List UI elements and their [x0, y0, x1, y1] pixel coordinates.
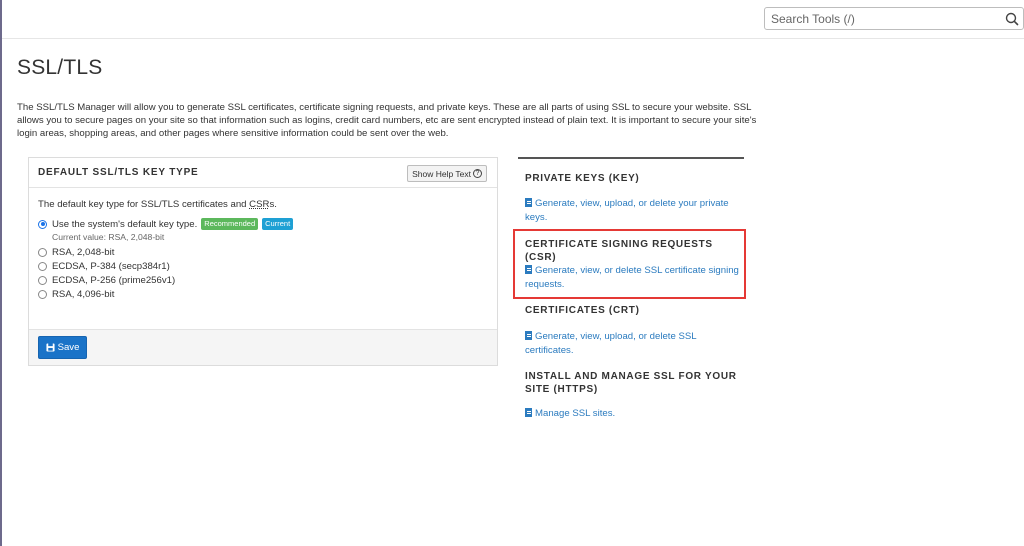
- link-text: Generate, view, upload, or delete your p…: [525, 198, 729, 223]
- current-badge: Current: [262, 218, 294, 230]
- option-label: Use the system's default key type.: [52, 218, 198, 230]
- radio-rsa-2048[interactable]: [38, 248, 47, 257]
- option-label: ECDSA, P-384 (secp384r1): [52, 261, 170, 272]
- question-circle-icon: ?: [473, 169, 482, 178]
- key-type-description-prefix: The default key type for SSL/TLS certifi…: [38, 199, 250, 210]
- radio-ecdsa-p256[interactable]: [38, 276, 47, 285]
- radio-ecdsa-p384[interactable]: [38, 262, 47, 271]
- link-manage-ssl-sites[interactable]: Manage SSL sites.: [525, 407, 740, 421]
- panel-body: The default key type for SSL/TLS certifi…: [29, 188, 497, 330]
- csr-abbreviation: CSR: [249, 199, 270, 210]
- radio-rsa-4096[interactable]: [38, 290, 47, 299]
- page-intro: The SSL/TLS Manager will allow you to ge…: [17, 102, 757, 140]
- option-label: ECDSA, P-256 (prime256v1): [52, 275, 176, 286]
- section-title-certificates: CERTIFICATES (CRT): [525, 305, 640, 316]
- option-rsa-4096[interactable]: RSA, 4,096-bit: [38, 289, 114, 300]
- csr-highlight-box: [513, 229, 746, 299]
- link-certificates[interactable]: Generate, view, upload, or delete SSL ce…: [525, 330, 740, 358]
- panel-footer: Save: [29, 329, 497, 365]
- key-type-description-suffix: s.: [269, 199, 277, 210]
- page-title: SSL/TLS: [17, 56, 103, 79]
- show-help-text-label: Show Help Text: [412, 168, 471, 179]
- recommended-badge: Recommended: [201, 218, 259, 230]
- current-value-text: Current value: RSA, 2,048-bit: [52, 232, 165, 242]
- save-button[interactable]: Save: [38, 336, 87, 359]
- document-icon: [525, 331, 532, 340]
- document-icon: [525, 408, 532, 417]
- link-private-keys[interactable]: Generate, view, upload, or delete your p…: [525, 197, 740, 225]
- search-tools-input[interactable]: [771, 11, 991, 27]
- link-text: Manage SSL sites.: [535, 408, 616, 419]
- panel-title: DEFAULT SSL/TLS KEY TYPE: [38, 167, 199, 178]
- floppy-disk-icon: [46, 343, 55, 352]
- panel-header: DEFAULT SSL/TLS KEY TYPE Show Help Text …: [29, 158, 497, 188]
- section-title-private-keys: PRIVATE KEYS (KEY): [525, 173, 640, 184]
- radio-system-default[interactable]: [38, 219, 47, 229]
- option-rsa-2048[interactable]: RSA, 2,048-bit: [38, 247, 114, 258]
- document-icon: [525, 198, 532, 207]
- top-bar: [2, 0, 1024, 39]
- option-ecdsa-p384[interactable]: ECDSA, P-384 (secp384r1): [38, 261, 170, 272]
- search-tools-box[interactable]: [764, 7, 1024, 30]
- show-help-text-button[interactable]: Show Help Text ?: [407, 165, 487, 182]
- option-system-default[interactable]: Use the system's default key type. Recom…: [38, 218, 294, 230]
- save-label: Save: [57, 342, 80, 353]
- key-type-description: The default key type for SSL/TLS certifi…: [38, 199, 277, 210]
- link-text: Generate, view, upload, or delete SSL ce…: [525, 331, 697, 356]
- option-label: RSA, 2,048-bit: [52, 247, 115, 258]
- right-column-divider: [518, 157, 744, 159]
- default-key-type-panel: DEFAULT SSL/TLS KEY TYPE Show Help Text …: [28, 157, 498, 366]
- option-ecdsa-p256[interactable]: ECDSA, P-256 (prime256v1): [38, 275, 175, 286]
- section-title-install-manage-ssl: INSTALL AND MANAGE SSL FOR YOUR SITE (HT…: [525, 371, 737, 395]
- search-icon[interactable]: [1004, 11, 1020, 27]
- window-left-edge: [0, 0, 2, 546]
- option-label: RSA, 4,096-bit: [52, 289, 115, 300]
